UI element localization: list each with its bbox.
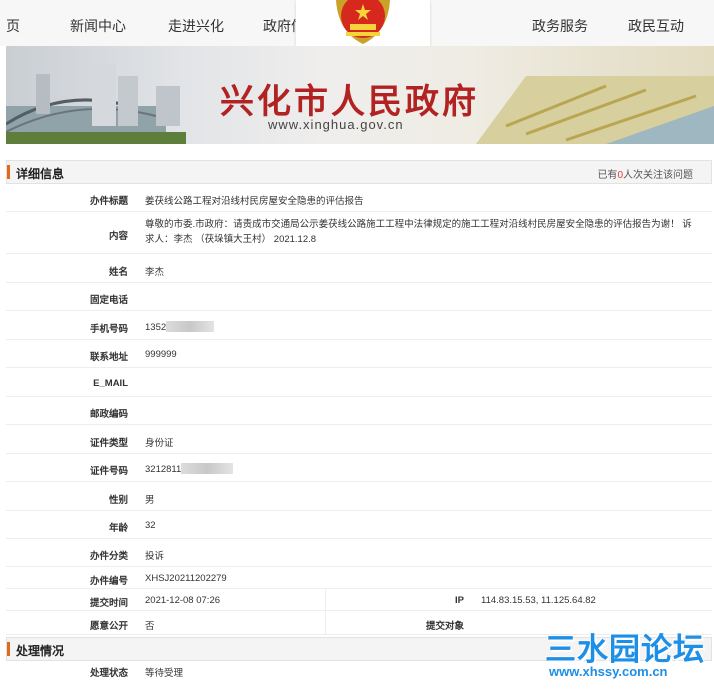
field-value-name: 李杰 — [145, 267, 165, 278]
nav-item-services[interactable]: 政务服务 — [532, 16, 588, 36]
field-row-submit-time: 提交时间 2021-12-08 07:26 IP 114.83.15.53, 1… — [6, 589, 712, 611]
nav-item-home[interactable]: 页 — [6, 16, 20, 36]
section-accent-bar — [7, 165, 10, 179]
field-row-case-number: 办件编号 XHSJ20211202279 — [6, 567, 712, 589]
field-row-age: 年龄 32 — [6, 511, 712, 539]
processing-section-title: 处理情况 — [16, 644, 65, 658]
field-row-postcode: 邮政编码 — [6, 397, 712, 425]
field-value-id-number: 3212811 — [145, 464, 182, 475]
field-label: 手机号码 — [89, 324, 128, 335]
redacted-blur — [181, 463, 234, 474]
field-value-ip: 114.83.15.53, 11.125.64.82 — [481, 595, 596, 606]
field-value-submit-time: 2021-12-08 07:26 — [145, 595, 221, 606]
field-label: E_MAIL — [93, 378, 128, 389]
field-value-status: 等待受理 — [145, 668, 184, 679]
field-row-email: E_MAIL — [6, 368, 712, 397]
nav-item-news[interactable]: 新闻中心 — [70, 16, 126, 36]
field-label: 提交对象 — [425, 621, 464, 632]
detail-section-title: 详细信息 — [16, 167, 65, 181]
field-row-content: 内容 尊敬的市委.市政府：请责成市交通局公示姜茯线公路施工工程中法律规定的施工工… — [6, 212, 712, 254]
national-emblem-icon — [336, 0, 390, 44]
field-row-name: 姓名 李杰 — [6, 254, 712, 283]
banner-url: www.xinghua.gov.cn — [268, 117, 404, 132]
field-label: IP — [455, 595, 464, 606]
field-value-public: 否 — [145, 621, 155, 632]
view-counter: 已有0人次关注该问题 — [597, 170, 693, 181]
field-label: 证件类型 — [89, 438, 128, 449]
site-banner: 兴化市人民政府 www.xinghua.gov.cn — [6, 46, 714, 144]
banner-title: 兴化市人民政府 — [220, 82, 479, 122]
field-row-gender: 性别 男 — [6, 482, 712, 511]
field-row-id-type: 证件类型 身份证 — [6, 425, 712, 454]
field-label: 证件号码 — [89, 466, 128, 477]
field-row-id-number: 证件号码 3212811 — [6, 454, 712, 482]
field-row-title: 办件标题 姜茯线公路工程对沿线村民房屋安全隐患的评估报告 — [6, 184, 712, 212]
field-value-content: 尊敬的市委.市政府：请责成市交通局公示姜茯线公路施工工程中法律规定的施工工程对沿… — [145, 219, 692, 245]
field-value-title: 姜茯线公路工程对沿线村民房屋安全隐患的评估报告 — [145, 196, 364, 207]
field-value-mobile: 1352 — [145, 322, 167, 333]
nav-item-interaction[interactable]: 政民互动 — [628, 16, 684, 36]
emblem-box — [296, 0, 430, 46]
detail-panel-header: 详细信息 已有0人次关注该问题 — [6, 160, 712, 184]
field-label: 办件编号 — [89, 576, 128, 587]
forum-watermark: 三水园论坛 www.xhssy.com.cn — [545, 624, 710, 684]
field-label: 处理状态 — [89, 668, 128, 679]
field-row-address: 联系地址 999999 — [6, 340, 712, 368]
field-label: 办件分类 — [89, 551, 128, 562]
field-row-mobile: 手机号码 1352 — [6, 311, 712, 340]
column-divider — [325, 589, 326, 610]
field-value-gender: 男 — [145, 495, 155, 506]
column-divider — [325, 611, 326, 634]
watermark-title: 三水园论坛 — [545, 632, 705, 667]
watermark-url: www.xhssy.com.cn — [549, 664, 668, 679]
field-label: 年龄 — [108, 523, 128, 534]
field-value-age: 32 — [145, 520, 156, 531]
field-row-category: 办件分类 投诉 — [6, 539, 712, 567]
field-label: 姓名 — [108, 267, 128, 278]
field-label: 性别 — [108, 495, 128, 506]
field-label: 提交时间 — [89, 598, 128, 609]
field-label: 愿意公开 — [89, 621, 128, 632]
field-label: 办件标题 — [89, 196, 128, 207]
field-value-address: 999999 — [145, 349, 177, 360]
nav-item-about[interactable]: 走进兴化 — [168, 16, 224, 36]
section-accent-bar — [7, 642, 10, 656]
redacted-blur — [166, 321, 215, 332]
field-value-category: 投诉 — [145, 551, 165, 562]
field-value-id-type: 身份证 — [145, 438, 174, 449]
field-label: 内容 — [108, 231, 128, 242]
field-row-landline: 固定电话 — [6, 283, 712, 311]
field-value-case-number: XHSJ20211202279 — [145, 573, 227, 584]
field-label: 邮政编码 — [89, 409, 128, 420]
field-label: 固定电话 — [89, 295, 128, 306]
field-label: 联系地址 — [89, 352, 128, 363]
